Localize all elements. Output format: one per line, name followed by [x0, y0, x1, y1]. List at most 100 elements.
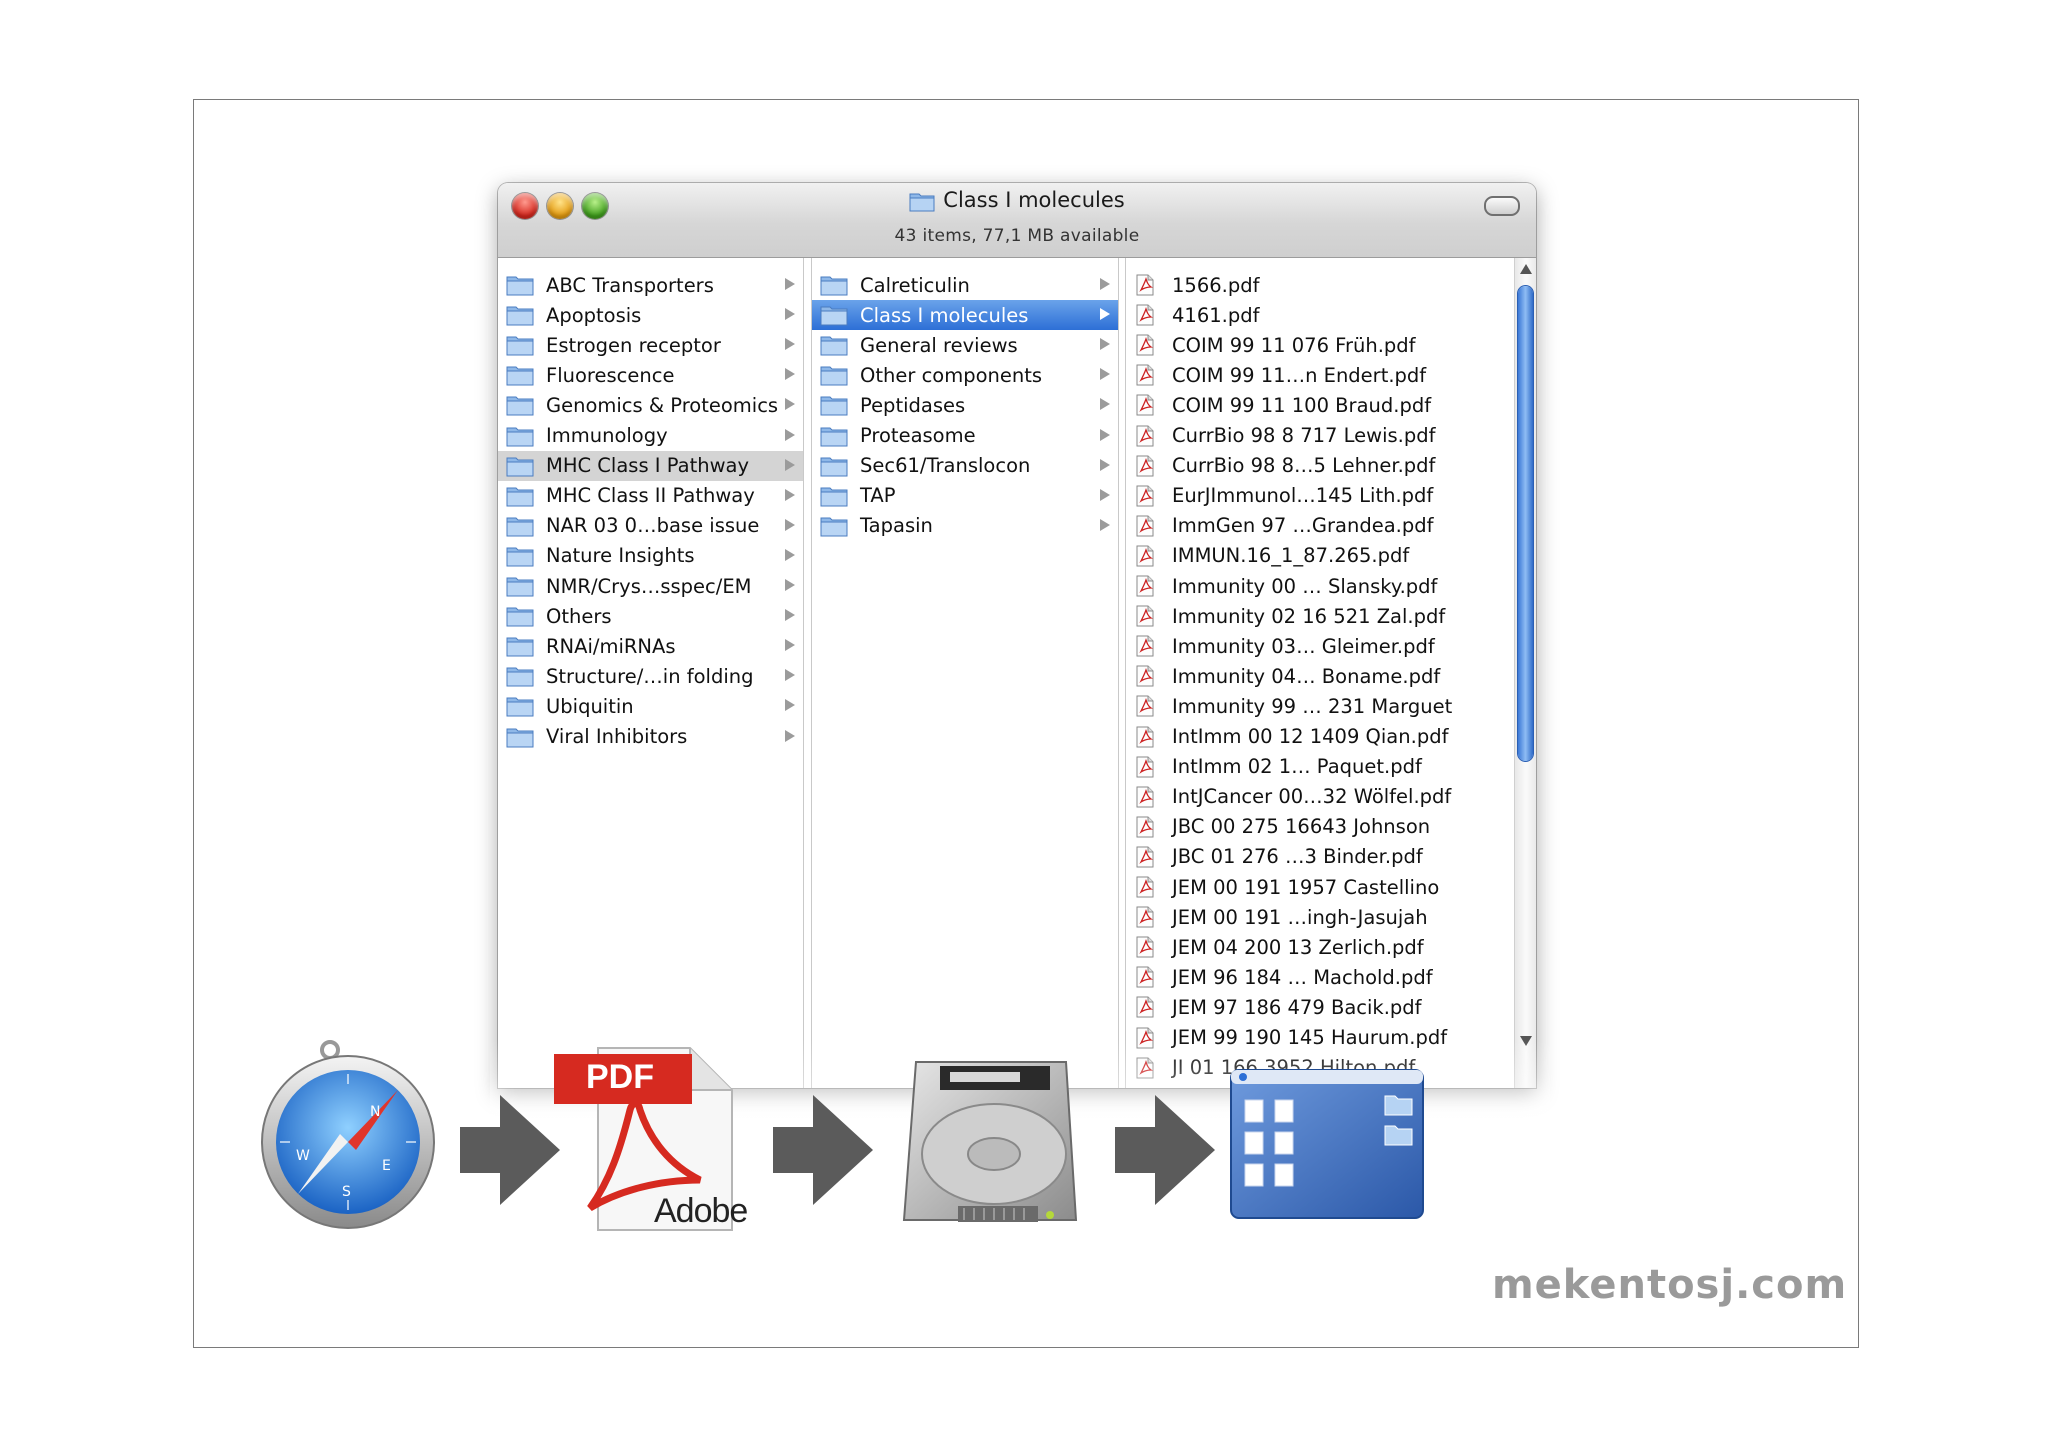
subfolder-item-label: Proteasome — [860, 424, 976, 447]
folder-item-label: Others — [546, 604, 612, 628]
svg-text:S: S — [342, 1184, 351, 1200]
folder-icon — [506, 366, 534, 386]
adobe-label: Adobe — [654, 1192, 748, 1230]
pdf-file-item[interactable]: 1566.pdf — [1126, 270, 1514, 300]
scroll-thumb[interactable] — [1518, 286, 1533, 761]
folder-item-label: MHC Class II Pathway — [546, 484, 755, 508]
subfolder-item[interactable]: Sec61/Translocon — [812, 451, 1118, 481]
subfolder-item[interactable]: Calreticulin — [812, 270, 1118, 300]
column-2[interactable]: Calreticulin Class I molecules General rev… — [811, 258, 1119, 1088]
pdf-file-item[interactable]: 4161.pdf — [1126, 300, 1514, 330]
window-title-text: Class I molecules — [943, 188, 1125, 212]
disclosure-arrow-icon — [785, 338, 795, 351]
status-bar: 43 items, 77,1 MB available — [894, 226, 1140, 246]
folder-item[interactable]: Estrogen receptor — [498, 330, 803, 360]
folder-item-label: Nature Insights — [546, 544, 695, 568]
pdf-file-item[interactable]: IntImm 02 1… Paquet.pdf — [1126, 752, 1514, 782]
disclosure-arrow-icon — [785, 458, 795, 471]
pdf-file-item[interactable]: Immunity 99 … 231 Marguet — [1126, 691, 1514, 721]
folder-item-label: NAR 03 0…base issue — [546, 514, 760, 538]
pdf-file-item[interactable]: JEM 96 184 … Machold.pdf — [1126, 962, 1514, 992]
pdf-file-icon — [1136, 786, 1154, 808]
pdf-file-item[interactable]: JEM 00 191 …ingh-Jasujah — [1126, 902, 1514, 932]
pdf-file-item[interactable]: IntJCancer 00…32 Wölfel.pdf — [1126, 782, 1514, 812]
svg-text:N: N — [370, 1104, 380, 1120]
safari-compass-icon: N W E S — [261, 1040, 435, 1229]
vertical-scrollbar[interactable] — [1514, 258, 1536, 1088]
pdf-file-icon — [1136, 334, 1154, 356]
disclosure-arrow-icon — [785, 368, 795, 381]
pdf-file-icon — [1136, 575, 1154, 597]
pdf-file-icon — [1136, 665, 1154, 687]
folder-item[interactable]: NMR/Crys…sspec/EM — [498, 571, 803, 601]
subfolder-item[interactable]: Peptidases — [812, 390, 1118, 420]
subfolder-item[interactable]: Class I molecules — [812, 300, 1118, 331]
folder-item[interactable]: NAR 03 0…base issue — [498, 511, 803, 541]
pdf-file-item[interactable]: IMMUN.16_1_87.265.pdf — [1126, 541, 1514, 571]
pdf-file-item-label: COIM 99 11…n Endert.pdf — [1172, 363, 1427, 387]
pdf-file-icon — [1136, 545, 1154, 567]
pdf-file-item[interactable]: Immunity 02 16 521 Zal.pdf — [1126, 601, 1514, 631]
pdf-file-item[interactable]: JBC 01 276 …3 Binder.pdf — [1126, 842, 1514, 872]
folder-item[interactable]: Viral Inhibitors — [498, 722, 803, 752]
folder-item[interactable]: RNAi/miRNAs — [498, 631, 803, 661]
subfolder-item[interactable]: TAP — [812, 481, 1118, 511]
pdf-file-icon — [1136, 515, 1154, 537]
pdf-file-item-label: JEM 04 200 13 Zerlich.pdf — [1172, 935, 1424, 959]
pdf-file-item-label: JEM 00 191 …ingh-Jasujah — [1172, 905, 1428, 929]
pdf-file-item[interactable]: ImmGen 97 …Grandea.pdf — [1126, 511, 1514, 541]
folder-item[interactable]: Nature Insights — [498, 541, 803, 571]
subfolder-item[interactable]: Other components — [812, 360, 1118, 390]
disclosure-arrow-icon — [785, 518, 795, 531]
disclosure-arrow-icon — [785, 488, 795, 501]
column-1[interactable]: ABC Transporters Apoptosis Estrogen recept… — [498, 258, 804, 1088]
pdf-document-icon: PDF Adobe — [550, 1040, 750, 1240]
pdf-file-icon — [1136, 455, 1154, 477]
folder-item-label: ABC Transporters — [546, 273, 714, 297]
folder-item[interactable]: Structure/…in folding — [498, 661, 803, 691]
pdf-file-icon — [1136, 635, 1154, 657]
pdf-file-item[interactable]: JBC 00 275 16643 Johnson — [1126, 812, 1514, 842]
subfolder-item-label: Calreticulin — [860, 273, 970, 297]
pdf-file-item[interactable]: EurJImmunol…145 Lith.pdf — [1126, 481, 1514, 511]
folder-item[interactable]: MHC Class I Pathway — [498, 450, 803, 481]
pdf-file-item[interactable]: COIM 99 11 076 Früh.pdf — [1126, 330, 1514, 360]
folder-item[interactable]: Genomics & Proteomics — [498, 390, 803, 420]
folder-item[interactable]: Apoptosis — [498, 300, 803, 330]
pdf-file-item[interactable]: IntImm 00 12 1409 Qian.pdf — [1126, 722, 1514, 752]
disclosure-arrow-icon — [785, 278, 795, 290]
subfolder-item-label: Sec61/Translocon — [860, 454, 1031, 478]
pdf-file-item-label: CurrBio 98 8 717 Lewis.pdf — [1172, 424, 1436, 447]
pdf-file-item[interactable]: Immunity 00 … Slansky.pdf — [1126, 571, 1514, 601]
pdf-file-item[interactable]: Immunity 03… Gleimer.pdf — [1126, 631, 1514, 661]
folder-icon — [506, 427, 534, 446]
folder-icon — [820, 336, 848, 356]
column-3[interactable]: JI 01 166 3952 Hilton.pdfJEM 99 190 145 … — [1125, 258, 1536, 1088]
pdf-file-item[interactable]: JEM 04 200 13 Zerlich.pdf — [1126, 932, 1514, 962]
folder-item[interactable]: Fluorescence — [498, 360, 803, 390]
folder-item[interactable]: Ubiquitin — [498, 691, 803, 721]
pdf-file-item[interactable]: CurrBio 98 8 717 Lewis.pdf — [1126, 421, 1514, 451]
pdf-file-item[interactable]: COIM 99 11 100 Braud.pdf — [1126, 390, 1514, 420]
scroll-up-arrow-icon[interactable] — [1520, 264, 1532, 274]
toolbar-toggle-button[interactable] — [1484, 196, 1520, 216]
pdf-file-item[interactable]: COIM 99 11…n Endert.pdf — [1126, 360, 1514, 390]
subfolder-item[interactable]: Proteasome — [812, 421, 1118, 451]
title-bar[interactable]: Class I molecules 43 items, 77,1 MB avai… — [498, 183, 1536, 258]
pdf-file-icon — [1136, 846, 1154, 868]
folder-item[interactable]: Others — [498, 601, 803, 631]
pdf-file-item[interactable]: JEM 00 191 1957 Castellino — [1126, 872, 1514, 902]
svg-text:W: W — [296, 1148, 310, 1164]
pdf-file-item-label: ImmGen 97 …Grandea.pdf — [1172, 514, 1434, 538]
folder-item[interactable]: ABC Transporters — [498, 270, 803, 300]
subfolder-item[interactable]: General reviews — [812, 330, 1118, 360]
disclosure-arrow-icon — [1100, 458, 1110, 471]
folder-item-label: Viral Inhibitors — [546, 725, 688, 748]
folder-item[interactable]: Immunology — [498, 421, 803, 451]
pdf-file-item[interactable]: CurrBio 98 8…5 Lehner.pdf — [1126, 451, 1514, 481]
pdf-file-icon — [1136, 304, 1154, 326]
pdf-file-item[interactable]: JEM 97 186 479 Bacik.pdf — [1126, 992, 1514, 1022]
pdf-file-item[interactable]: Immunity 04… Boname.pdf — [1126, 661, 1514, 691]
folder-item[interactable]: MHC Class II Pathway — [498, 481, 803, 511]
subfolder-item[interactable]: Tapasin — [812, 511, 1118, 541]
